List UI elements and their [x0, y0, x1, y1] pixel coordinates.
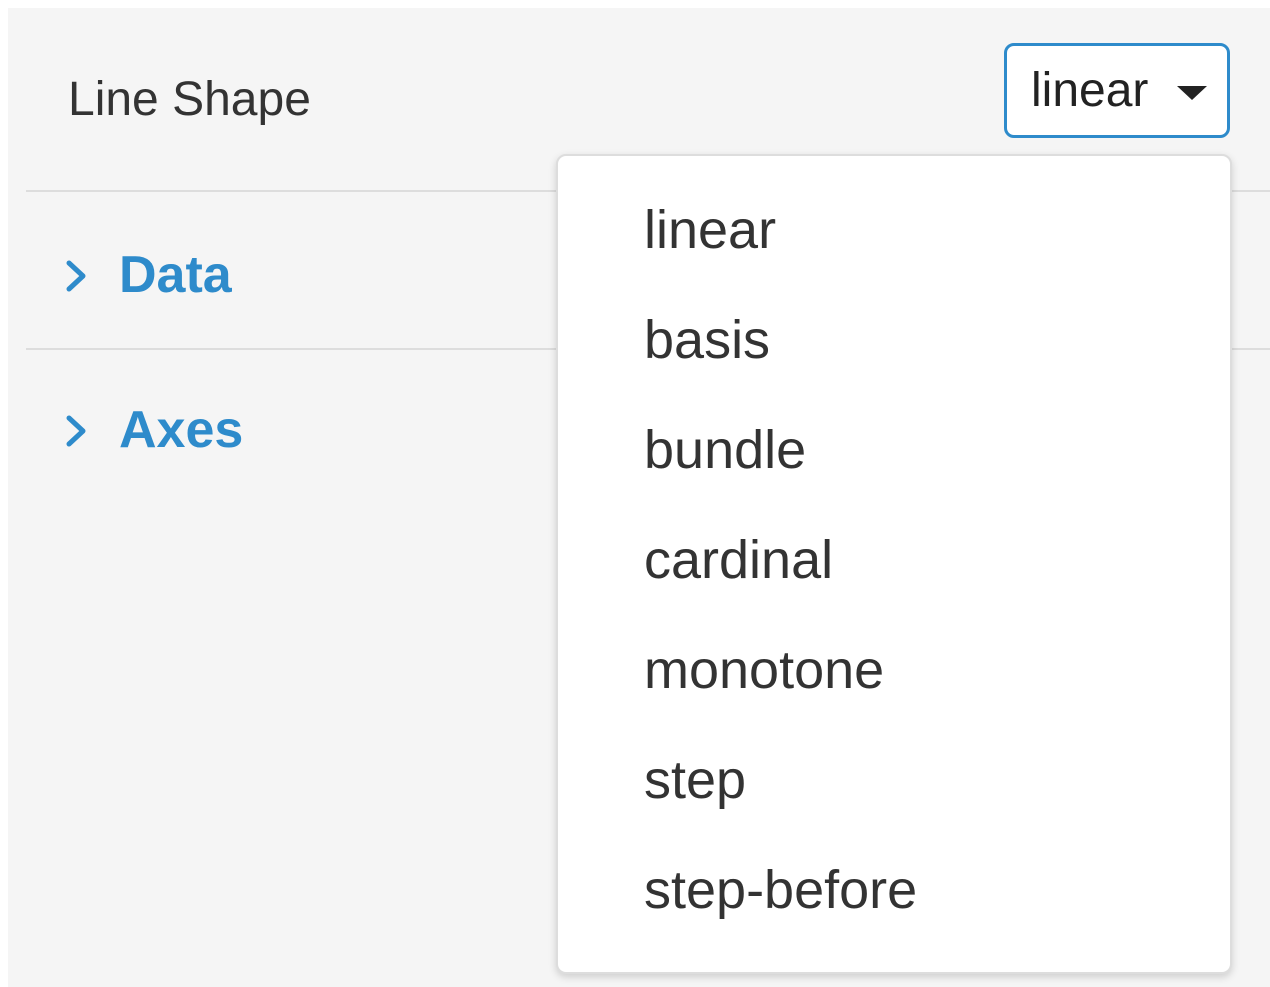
dropdown-option-label: basis [644, 310, 771, 370]
dropdown-option-label: step [644, 750, 747, 810]
dropdown-option-label: step-before [644, 860, 918, 920]
axes-section-title: Axes [119, 401, 244, 459]
line-shape-selected-value: linear [1031, 64, 1149, 117]
dropdown-option-label: bundle [644, 420, 807, 480]
line-shape-label: Line Shape [68, 73, 311, 126]
line-shape-select[interactable]: linear [1004, 43, 1230, 138]
caret-down-icon [1177, 86, 1207, 100]
dropdown-option-cardinal[interactable]: cardinal [558, 508, 1230, 618]
dropdown-option-linear[interactable]: linear [558, 178, 1230, 288]
dropdown-option-monotone[interactable]: monotone [558, 618, 1230, 728]
chevron-right-icon [66, 415, 86, 447]
dropdown-option-step[interactable]: step [558, 728, 1230, 838]
dropdown-option-label: cardinal [644, 530, 834, 590]
dropdown-option-bundle[interactable]: bundle [558, 398, 1230, 508]
dropdown-option-label: linear [644, 200, 777, 260]
dropdown-option-label: monotone [644, 640, 885, 700]
dropdown-option-basis[interactable]: basis [558, 288, 1230, 398]
data-section-title: Data [119, 246, 232, 304]
dropdown-option-step-before[interactable]: step-before [558, 838, 1230, 948]
chevron-right-icon [66, 260, 86, 292]
line-shape-dropdown-menu: linear basis bundle cardinal monotone st… [556, 154, 1232, 974]
